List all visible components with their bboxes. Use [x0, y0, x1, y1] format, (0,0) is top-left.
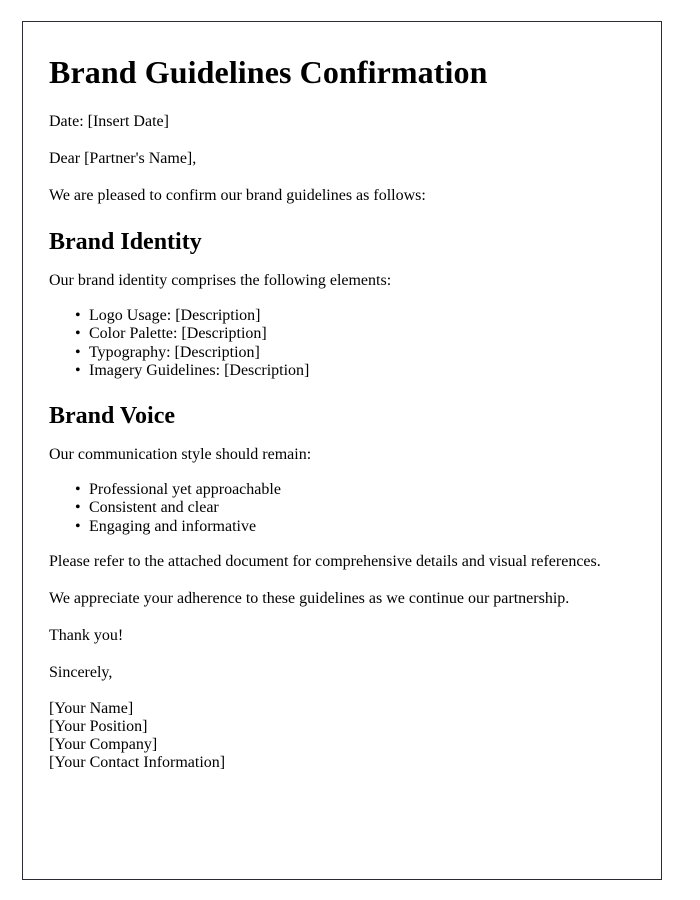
section-intro-brand-identity: Our brand identity comprises the followi… — [49, 271, 392, 289]
signature-position: [Your Position] — [49, 717, 148, 735]
signature-contact: [Your Contact Information] — [49, 753, 226, 771]
signoff-line: Sincerely, — [49, 663, 113, 681]
appreciation-paragraph: We appreciate your adherence to these gu… — [49, 589, 570, 607]
attachment-note: Please refer to the attached document fo… — [49, 552, 601, 570]
document-body: Brand Guidelines Confirmation Date: [Ins… — [23, 22, 661, 792]
list-item: Color Palette: [Description] — [49, 325, 635, 343]
list-item: Consistent and clear — [49, 499, 635, 517]
page-title: Brand Guidelines Confirmation — [49, 54, 488, 90]
signature-block: [Your Name] [Your Position] [Your Compan… — [49, 700, 635, 772]
section-heading-brand-identity: Brand Identity — [49, 228, 202, 255]
list-item: Professional yet approachable — [49, 481, 635, 499]
list-item: Imagery Guidelines: [Description] — [49, 362, 635, 380]
section-heading-brand-voice: Brand Voice — [49, 403, 176, 430]
brand-identity-list: Logo Usage: [Description] Color Palette:… — [49, 307, 635, 381]
salutation: Dear [Partner's Name], — [49, 149, 197, 167]
signature-name: [Your Name] — [49, 699, 134, 717]
brand-voice-list: Professional yet approachable Consistent… — [49, 481, 635, 536]
list-item: Logo Usage: [Description] — [49, 307, 635, 325]
list-item: Typography: [Description] — [49, 344, 635, 362]
intro-paragraph: We are pleased to confirm our brand guid… — [49, 186, 426, 204]
section-intro-brand-voice: Our communication style should remain: — [49, 445, 312, 463]
document-page: Brand Guidelines Confirmation Date: [Ins… — [22, 21, 662, 880]
date-line: Date: [Insert Date] — [49, 112, 169, 130]
thanks-line: Thank you! — [49, 626, 124, 644]
list-item: Engaging and informative — [49, 518, 635, 536]
signature-company: [Your Company] — [49, 735, 158, 753]
